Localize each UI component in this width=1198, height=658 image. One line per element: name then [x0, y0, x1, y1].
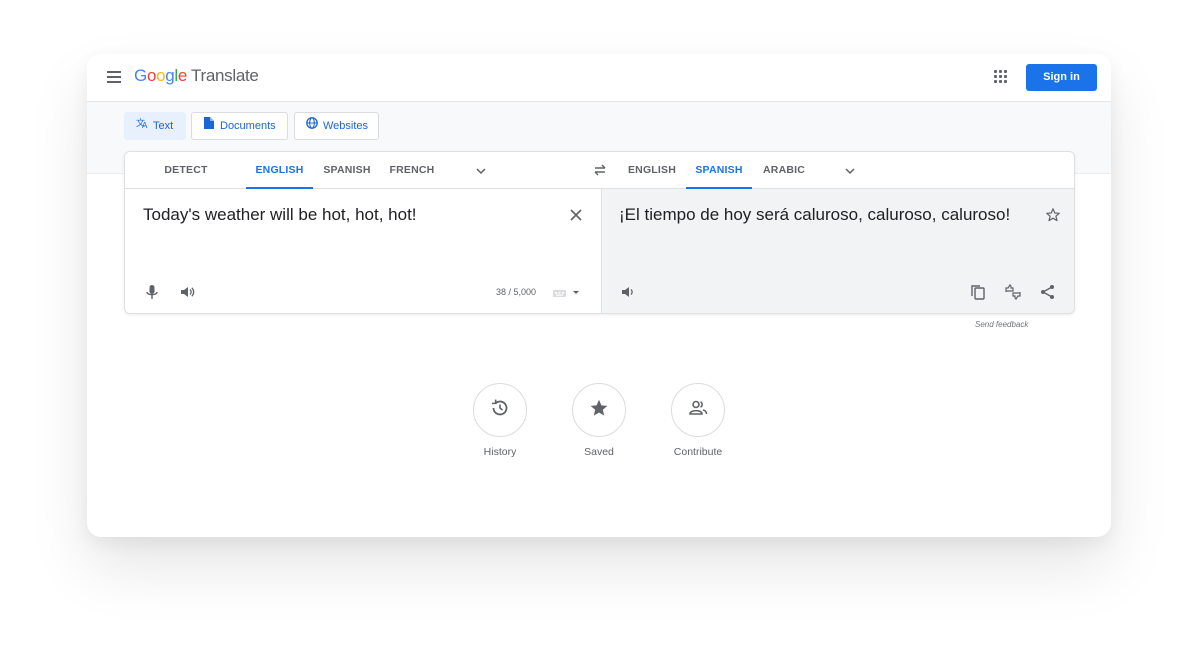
character-count: 38 / 5,000 [496, 287, 537, 297]
source-text-input[interactable]: Today's weather will be hot, hot, hot! [143, 205, 417, 225]
source-lang-english[interactable]: ENGLISH [246, 152, 313, 189]
speaker-icon[interactable] [619, 283, 637, 301]
product-name: Translate [191, 66, 259, 85]
send-feedback-link[interactable]: Send feedback [975, 320, 1028, 329]
copy-icon[interactable] [969, 283, 987, 301]
chevron-down-icon[interactable] [475, 164, 487, 176]
svg-text:A: A [142, 121, 148, 129]
source-area[interactable]: Today's weather will be hot, hot, hot! 3… [125, 189, 601, 313]
tab-label: Documents [220, 120, 276, 132]
share-icon[interactable] [1039, 283, 1057, 301]
tab-websites[interactable]: Websites [294, 112, 379, 140]
chevron-down-icon[interactable] [844, 164, 856, 176]
contribute-button[interactable] [671, 383, 725, 437]
globe-icon [305, 113, 319, 139]
logo[interactable]: Google Translate [134, 66, 259, 86]
saved-label: Saved [584, 446, 614, 458]
saved-action[interactable]: Saved [559, 383, 639, 458]
people-icon [687, 397, 709, 424]
star-outline-icon[interactable] [1045, 207, 1061, 223]
language-bar: DETECT LANGUAGE ENGLISH SPANISH FRENCH E… [125, 152, 1074, 213]
apps-grid-icon[interactable] [994, 70, 1008, 84]
top-bar: Google Translate Sign in [87, 54, 1111, 102]
history-label: History [483, 446, 517, 458]
microphone-icon[interactable] [143, 283, 161, 301]
keyboard-icon[interactable] [552, 286, 582, 298]
history-action[interactable]: History [460, 383, 540, 458]
clear-icon[interactable] [569, 208, 583, 222]
sign-in-button[interactable]: Sign in [1026, 64, 1097, 91]
rate-translation-icon[interactable] [1004, 283, 1022, 301]
history-icon [489, 397, 511, 424]
translation-panel: DETECT LANGUAGE ENGLISH SPANISH FRENCH E… [124, 151, 1075, 314]
tab-label: Websites [323, 120, 369, 132]
document-icon [202, 113, 216, 139]
translate-icon: 文A [135, 113, 149, 139]
logo-letter: G [134, 66, 147, 85]
tab-label: Text [153, 120, 174, 132]
tab-documents[interactable]: Documents [191, 112, 288, 140]
target-lang-arabic[interactable]: ARABIC [763, 152, 805, 189]
tab-text[interactable]: 文A Text [124, 112, 186, 140]
target-lang-english[interactable]: ENGLISH [627, 152, 677, 189]
speaker-icon[interactable] [178, 283, 196, 301]
star-filled-icon [588, 397, 610, 424]
menu-icon[interactable] [107, 69, 121, 85]
contribute-action[interactable]: Contribute [658, 383, 738, 458]
logo-letter: o [156, 66, 166, 85]
translate-window: Google Translate Sign in 文A Text Document… [87, 54, 1111, 537]
logo-letter: e [177, 66, 188, 85]
contribute-label: Contribute [673, 446, 723, 458]
saved-button[interactable] [572, 383, 626, 437]
target-area: ¡El tiempo de hoy será caluroso, caluros… [601, 189, 1074, 313]
history-button[interactable] [473, 383, 527, 437]
source-lang-detect[interactable]: DETECT LANGUAGE [137, 152, 235, 213]
source-lang-spanish[interactable]: SPANISH [321, 152, 373, 189]
translated-text: ¡El tiempo de hoy será caluroso, caluros… [619, 205, 1011, 224]
target-lang-spanish[interactable]: SPANISH [686, 152, 752, 189]
swap-languages-icon[interactable] [593, 163, 607, 177]
source-lang-french[interactable]: FRENCH [389, 152, 435, 189]
logo-letter: o [146, 66, 157, 85]
